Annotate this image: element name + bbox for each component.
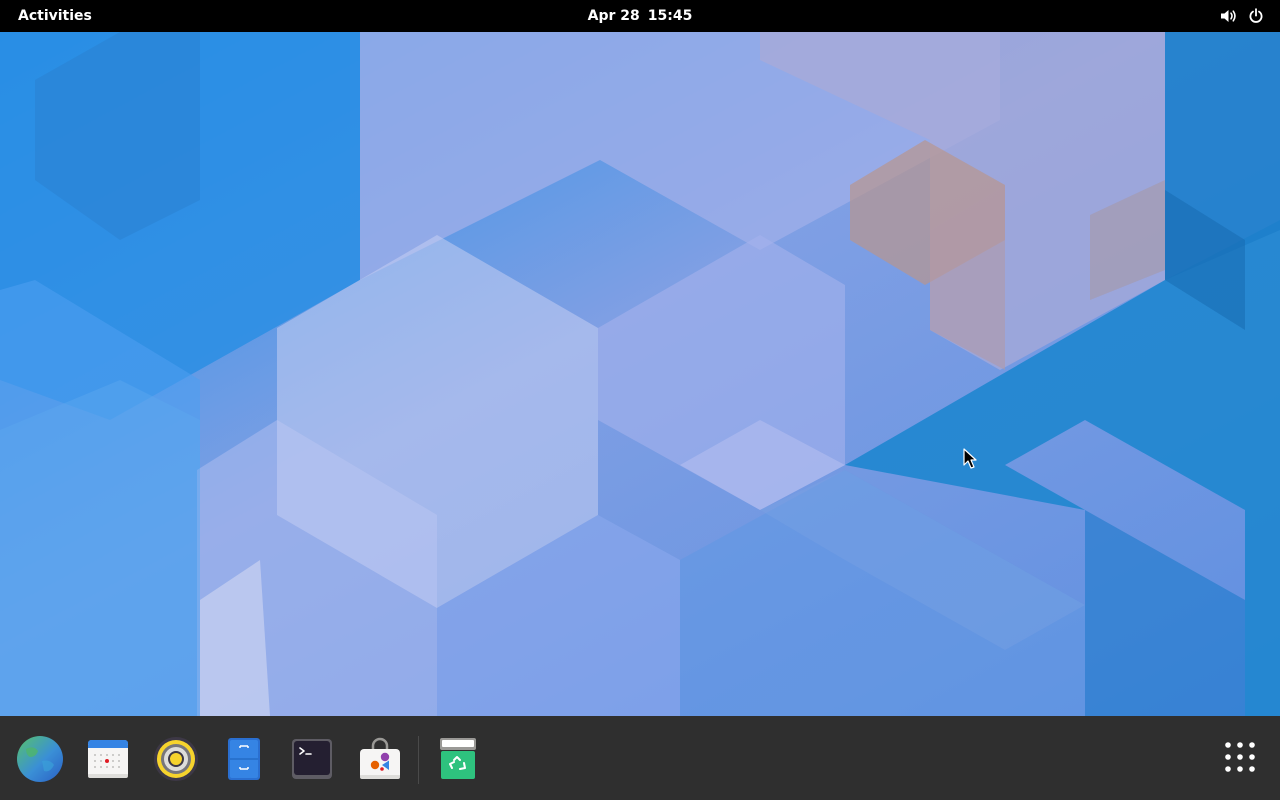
dock-app-rhythmbox[interactable] (152, 735, 200, 783)
dock-app-file-manager[interactable] (220, 735, 268, 783)
show-apps-button[interactable] (1216, 735, 1264, 783)
clock-time: 15:45 (647, 8, 693, 24)
terminal-icon (291, 738, 333, 780)
top-bar: Activities Apr 28 15:45 (0, 0, 1280, 32)
speaker-icon (153, 736, 199, 782)
dock-app-calendar[interactable] (84, 735, 132, 783)
mouse-cursor-icon (963, 448, 977, 474)
dock-app-software[interactable] (356, 735, 404, 783)
trash-icon (438, 737, 478, 781)
clock-button[interactable]: Apr 28 15:45 (580, 4, 701, 28)
volume-icon (1220, 8, 1238, 24)
grid-icon (1224, 741, 1256, 777)
activities-button[interactable]: Activities (10, 4, 100, 28)
system-status-menu[interactable] (1214, 4, 1270, 28)
desktop-screen: Activities Apr 28 15:45 (0, 0, 1280, 800)
dock-app-terminal[interactable] (288, 735, 336, 783)
dock-trash[interactable] (434, 735, 482, 783)
desktop-wallpaper (0, 32, 1280, 716)
power-icon (1248, 8, 1264, 24)
globe-icon (16, 735, 64, 783)
dock-app-web-browser[interactable] (16, 735, 64, 783)
dock-separator (418, 736, 419, 784)
file-cabinet-icon (226, 737, 262, 781)
clock-date: Apr 28 (587, 8, 640, 24)
dash-dock (0, 716, 1280, 800)
calendar-icon (86, 737, 130, 781)
shopping-bag-icon (358, 737, 402, 781)
